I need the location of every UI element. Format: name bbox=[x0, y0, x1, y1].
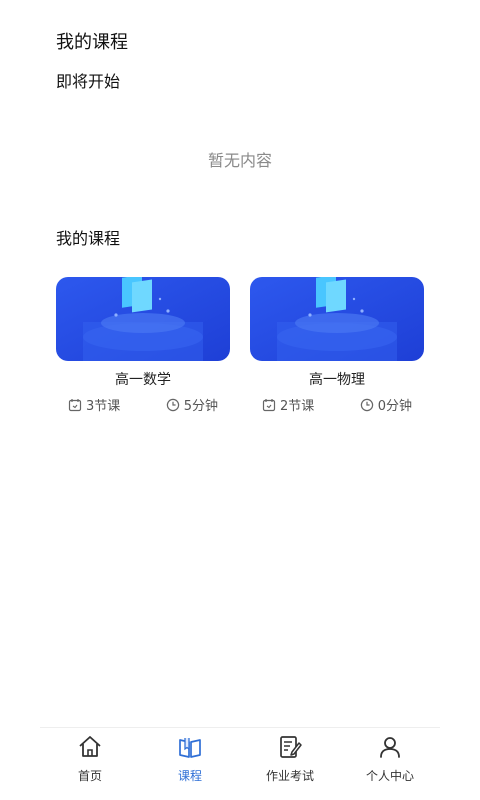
clock-icon bbox=[360, 398, 374, 412]
home-icon bbox=[77, 734, 103, 764]
tab-home[interactable]: 首页 bbox=[40, 728, 140, 783]
tab-label: 首页 bbox=[77, 769, 102, 783]
tab-label: 作业考试 bbox=[265, 769, 314, 783]
empty-state-text: 暂无内容 bbox=[207, 151, 272, 170]
course-card[interactable]: 高一物理 2节课 0分钟 bbox=[250, 277, 424, 417]
lesson-count: 3节课 bbox=[86, 399, 121, 414]
book-icon bbox=[177, 734, 203, 764]
user-icon bbox=[377, 734, 403, 764]
clock-icon bbox=[166, 398, 180, 412]
tab-label: 个人中心 bbox=[365, 769, 414, 783]
course-card[interactable]: 高一数学 3节课 5分钟 bbox=[56, 277, 230, 417]
tab-label: 课程 bbox=[177, 769, 202, 783]
bottom-tab-bar: 首页 课程 作业考试 个人中心 bbox=[40, 727, 440, 783]
section-title-upcoming: 即将开始 bbox=[56, 72, 121, 91]
tab-homework[interactable]: 作业考试 bbox=[240, 728, 340, 783]
course-name: 高一物理 bbox=[309, 372, 365, 388]
course-thumbnail bbox=[250, 277, 424, 361]
duration: 0分钟 bbox=[377, 399, 412, 414]
duration: 5分钟 bbox=[183, 399, 218, 414]
page-title: 我的课程 bbox=[56, 32, 128, 53]
tab-courses[interactable]: 课程 bbox=[140, 728, 240, 783]
tab-profile[interactable]: 个人中心 bbox=[340, 728, 440, 783]
calendar-icon bbox=[68, 398, 82, 412]
course-thumbnail bbox=[56, 277, 230, 361]
course-name: 高一数学 bbox=[115, 372, 171, 388]
calendar-icon bbox=[262, 398, 276, 412]
lesson-count: 2节课 bbox=[280, 399, 315, 414]
section-title-courses: 我的课程 bbox=[56, 229, 121, 248]
homework-icon bbox=[277, 734, 303, 764]
